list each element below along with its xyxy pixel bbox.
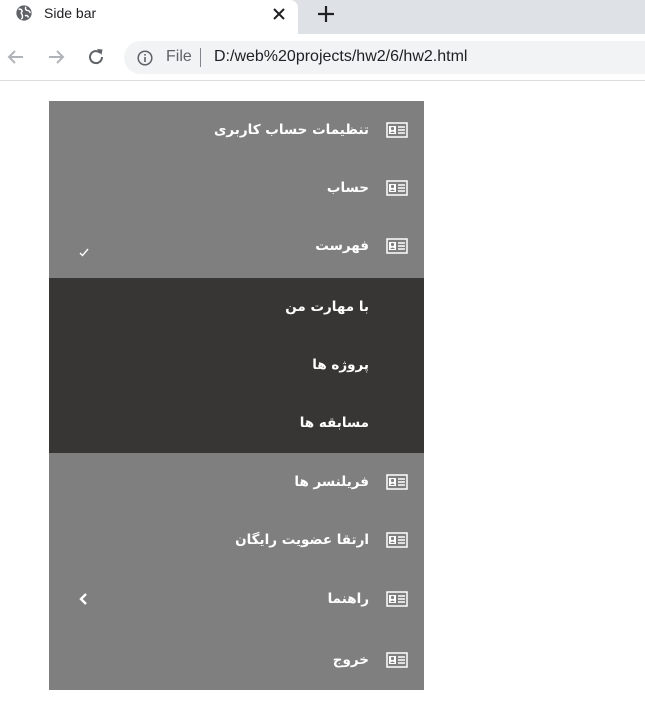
sidebar-item-freelancers[interactable]: فریلنسر ها [49, 453, 424, 511]
sidebar-item-label: راهنما [327, 591, 369, 607]
submenu: با مهارت من پروژه ها مسابقه ها [49, 278, 424, 453]
sidebar-item-label: فریلنسر ها [294, 474, 369, 490]
sidebar-item-label: حساب [326, 180, 369, 196]
sidebar-item-account-settings[interactable]: تنظیمات حساب کاربری [49, 101, 424, 159]
address-separator [200, 48, 201, 67]
sidebar-item-help[interactable]: راهنما [49, 570, 424, 628]
sidebar-item-menu[interactable]: فهرست [49, 217, 424, 275]
sidebar-item-label: فهرست [315, 238, 369, 254]
tab-title: Side bar [44, 5, 97, 21]
contact-card-icon [386, 238, 408, 254]
close-icon[interactable] [270, 5, 288, 23]
sidebar-item-label: ارتقا عضویت رایگان [235, 532, 369, 548]
globe-icon [16, 5, 32, 21]
address-bar[interactable]: File D:/web%20projects/hw2/6/hw2.html [124, 41, 645, 74]
browser-tab-strip: Side bar [0, 0, 645, 34]
sidebar-item-label: تنظیمات حساب کاربری [214, 122, 369, 138]
submenu-item-label: مسابقه ها [299, 415, 369, 431]
info-icon[interactable] [137, 50, 153, 66]
address-scheme: File [166, 48, 192, 65]
address-url[interactable]: D:/web%20projects/hw2/6/hw2.html [214, 48, 467, 66]
sidebar-item-account[interactable]: حساب [49, 159, 424, 217]
reload-icon[interactable] [85, 46, 107, 68]
submenu-item-projects[interactable]: پروژه ها [49, 336, 424, 394]
forward-arrow-icon[interactable] [45, 46, 67, 68]
submenu-item-label: با مهارت من [285, 299, 369, 315]
sidebar-item-upgrade[interactable]: ارتقا عضویت رایگان [49, 511, 424, 569]
new-tab-plus-icon[interactable] [316, 4, 336, 24]
sidebar-item-logout[interactable]: خروج [49, 631, 424, 689]
browser-tab[interactable]: Side bar [0, 0, 298, 34]
submenu-item-contests[interactable]: مسابقه ها [49, 394, 424, 452]
chevron-left-icon[interactable] [77, 592, 91, 606]
back-arrow-icon[interactable] [5, 46, 27, 68]
contact-card-icon [386, 180, 408, 196]
contact-card-icon [386, 122, 408, 138]
submenu-item-my-skills[interactable]: با مهارت من [49, 278, 424, 336]
contact-card-icon [386, 591, 408, 607]
sidebar: تنظیمات حساب کاربری حساب فهرست با مهارت … [49, 101, 424, 690]
check-icon[interactable] [79, 247, 89, 257]
browser-toolbar: File D:/web%20projects/hw2/6/hw2.html [0, 34, 645, 81]
submenu-item-label: پروژه ها [312, 357, 369, 373]
contact-card-icon [386, 652, 408, 668]
contact-card-icon [386, 474, 408, 490]
sidebar-item-label: خروج [332, 652, 369, 668]
contact-card-icon [386, 532, 408, 548]
